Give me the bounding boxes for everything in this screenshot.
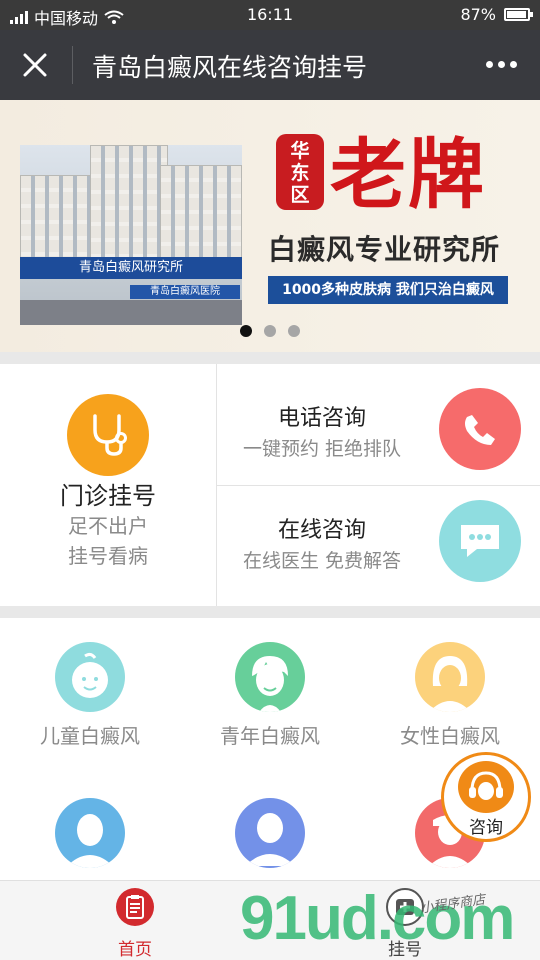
adult-icon bbox=[235, 798, 305, 868]
service-panel: 门诊挂号 足不出户 挂号看病 电话咨询 一键预约 拒绝排队 在线咨询 在线医生 … bbox=[0, 364, 540, 606]
headset-icon bbox=[458, 761, 514, 813]
online-consult-card[interactable]: 在线咨询 在线医生 免费解答 bbox=[217, 486, 540, 606]
floating-consult-button[interactable]: 咨询 bbox=[441, 752, 531, 842]
more-menu-icon[interactable] bbox=[486, 54, 522, 74]
seal-text: 华东区 bbox=[290, 140, 310, 206]
home-clipboard-icon bbox=[116, 888, 154, 926]
status-bar: 中国移动 16:11 87% bbox=[0, 0, 540, 30]
section-divider bbox=[0, 606, 540, 618]
woman-icon bbox=[415, 642, 485, 712]
phone-consult-card[interactable]: 电话咨询 一键预约 拒绝排队 bbox=[217, 364, 540, 485]
building-sign: 青岛白癜风研究所 bbox=[20, 257, 242, 279]
phone-consult-sub: 一键预约 拒绝排队 bbox=[242, 438, 402, 460]
youth-icon bbox=[235, 642, 305, 712]
title-divider bbox=[72, 46, 73, 84]
banner-subtitle: 白癜风专业研究所 bbox=[268, 233, 501, 266]
category-adult[interactable] bbox=[180, 798, 360, 876]
phone-consult-title: 电话咨询 bbox=[277, 406, 366, 431]
stethoscope-icon bbox=[67, 394, 149, 476]
battery-percent: 87% bbox=[460, 5, 496, 24]
phone-icon bbox=[439, 388, 521, 470]
hospital-building-image: 青岛白癜风研究所 青岛白癜风医院 bbox=[20, 145, 242, 325]
category-woman[interactable]: 女性白癜风 bbox=[360, 642, 540, 749]
carousel-dot[interactable] bbox=[264, 325, 276, 337]
carousel-dot[interactable] bbox=[288, 325, 300, 337]
floating-consult-label: 咨询 bbox=[469, 818, 503, 838]
registration-line1: 足不出户 bbox=[68, 514, 148, 538]
man-icon bbox=[55, 798, 125, 868]
online-consult-sub: 在线医生 免费解答 bbox=[242, 550, 402, 572]
building-sign-lower: 青岛白癜风医院 bbox=[130, 285, 240, 299]
close-icon[interactable] bbox=[18, 48, 52, 82]
banner-strip: 1000多种皮肤病 我们只治白癜风 bbox=[268, 276, 508, 304]
online-consult-title: 在线咨询 bbox=[277, 518, 366, 543]
carousel-dots[interactable] bbox=[240, 325, 300, 337]
chat-icon bbox=[439, 500, 521, 582]
category-man[interactable] bbox=[0, 798, 180, 876]
title-bar: 青岛白癜风在线咨询挂号 bbox=[0, 30, 540, 100]
category-label: 女性白癜风 bbox=[400, 724, 500, 748]
street bbox=[20, 300, 242, 325]
status-right: 87% bbox=[460, 5, 533, 24]
tab-home-label: 首页 bbox=[118, 940, 152, 960]
carousel-dot[interactable] bbox=[240, 325, 252, 337]
banner-carousel[interactable]: 青岛白癜风研究所 青岛白癜风医院 华东区 老牌 白癜风专业研究所 1000多种皮… bbox=[0, 100, 540, 352]
category-child[interactable]: 儿童白癜风 bbox=[0, 642, 180, 749]
category-label: 儿童白癜风 bbox=[40, 724, 140, 748]
child-icon bbox=[55, 642, 125, 712]
status-time: 16:11 bbox=[246, 5, 294, 24]
battery-icon bbox=[504, 8, 533, 21]
region-seal: 华东区 bbox=[276, 134, 324, 210]
page-title: 青岛白癜风在线咨询挂号 bbox=[92, 53, 368, 82]
tab-home[interactable]: 首页 bbox=[100, 887, 170, 960]
registration-title: 门诊挂号 bbox=[60, 482, 156, 510]
category-grid: 儿童白癜风 青年白癜风 女性白癜风 bbox=[0, 618, 540, 880]
section-divider bbox=[0, 352, 540, 364]
banner-headline: 老牌 bbox=[330, 130, 486, 219]
category-label: 青年白癜风 bbox=[220, 724, 320, 748]
category-youth[interactable]: 青年白癜风 bbox=[180, 642, 360, 749]
registration-line2: 挂号看病 bbox=[68, 544, 148, 568]
registration-card[interactable]: 门诊挂号 足不出户 挂号看病 bbox=[0, 364, 216, 606]
